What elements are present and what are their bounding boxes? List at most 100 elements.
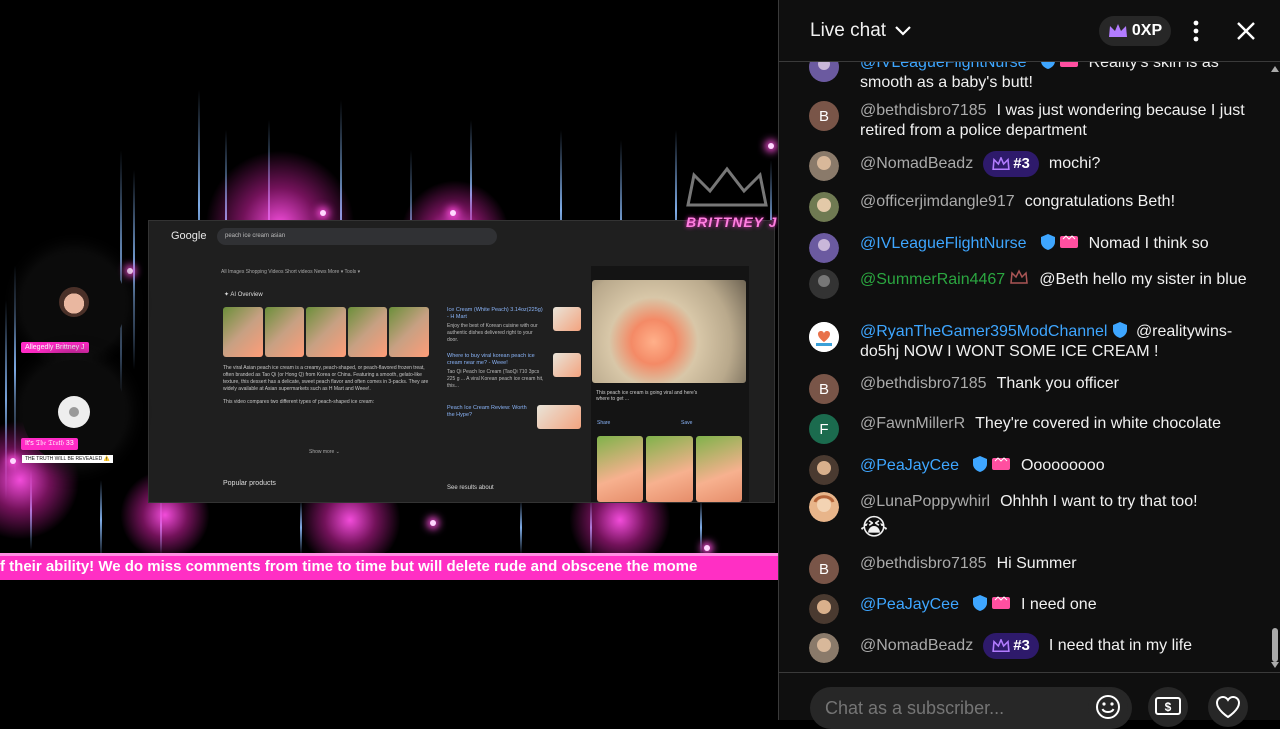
author-name[interactable]: @bethdisbro7185 (860, 555, 987, 572)
cam1-label: Allegedly Brittney J (21, 342, 89, 353)
sparkle-dot (320, 210, 326, 216)
chat-title: Live chat (810, 20, 887, 41)
member-badge-icon (1059, 62, 1078, 67)
smiley-icon (1096, 695, 1120, 719)
author-name[interactable]: @officerjimdangle917 (860, 193, 1015, 210)
light-stripe (133, 170, 135, 370)
user-avatar (809, 633, 839, 663)
member-shield-icon (1040, 62, 1055, 69)
sparkle-dot (127, 268, 133, 274)
super-chat-dollar-icon: $ (1155, 697, 1181, 715)
svg-text:$: $ (1165, 700, 1172, 714)
chat-input-bar: $ (779, 672, 1280, 729)
ai-overview-text: The viral Asian peach ice cream is a cre… (223, 365, 429, 405)
webcam-brittney (22, 252, 126, 356)
author-name[interactable]: @FawnMillerR (860, 415, 965, 432)
like-button[interactable] (1208, 687, 1248, 727)
crown-icon (1108, 24, 1127, 37)
sparkle-dot (10, 458, 16, 464)
chat-scrollbar[interactable] (1269, 62, 1280, 672)
scroll-up-arrow-icon[interactable] (1271, 66, 1279, 72)
member-shield-icon (1113, 322, 1128, 338)
host-face-avatar (59, 287, 89, 317)
emoji-button[interactable] (1088, 687, 1128, 727)
author-name[interactable]: @SummerRain4467 (860, 271, 1005, 288)
xp-button[interactable]: 0XP (1099, 16, 1171, 46)
author-name[interactable]: @IVLeagueFlightNurse (860, 62, 1027, 71)
super-chat-button[interactable]: $ (1148, 687, 1188, 727)
author-name[interactable]: @LunaPoppywhirl (860, 493, 990, 510)
cam2-label: It's 𝔗𝔥𝔢 𝔗𝔯𝔲𝔱𝔥 33 (21, 438, 78, 450)
account-icon (58, 396, 90, 428)
sparkle-dot (704, 545, 710, 551)
message-text: congratulations Beth! (1024, 193, 1176, 210)
image-strip (223, 307, 429, 357)
google-search-box: peach ice cream asian (217, 228, 497, 245)
author-name[interactable]: @RyanTheGamer395ModChannel (860, 323, 1107, 340)
author-name[interactable]: @bethdisbro7185 (860, 102, 987, 119)
chat-message: @LunaPoppywhirl Ohhhh I want to try that … (809, 492, 1249, 544)
message-text: I need that in my life (1048, 637, 1193, 655)
member-badge-icon (1059, 235, 1078, 248)
chat-message: @RyanTheGamer395ModChannel @realitywins-… (809, 322, 1249, 362)
author-name[interactable]: @IVLeagueFlightNurse (860, 235, 1027, 252)
message-text: I need one (1020, 596, 1097, 613)
chat-message-list[interactable]: @IVLeagueFlightNurse Reality's skin is as… (779, 62, 1271, 672)
stream-video[interactable]: Google peach ice cream asian All Images … (0, 0, 778, 720)
author-name[interactable]: @bethdisbro7185 (860, 375, 987, 392)
light-stripe (100, 480, 102, 560)
close-icon (1237, 22, 1255, 40)
popular-products: Popular products (223, 480, 276, 487)
google-logo: Google (171, 230, 207, 242)
moderator-badge-icon (1010, 269, 1029, 284)
live-chat-panel: Live chat 0XP @IVLeagueFlightNurse Realit… (778, 0, 1280, 729)
more-options-button[interactable] (1183, 18, 1209, 44)
brand-watermark: BRITTNEY J (686, 214, 778, 230)
message-text: Hi Summer (996, 555, 1077, 572)
message-text: They're covered in white chocolate (975, 415, 1221, 432)
chat-message: @PeaJayCee Ooooooooo (809, 455, 1249, 485)
user-avatar (809, 594, 839, 624)
user-avatar (809, 322, 839, 352)
chat-message: @officerjimdangle917 congratulations Beth… (809, 192, 1249, 222)
message-text: Ohhhh I want to try that too! (1000, 493, 1198, 510)
ai-overview-heading: ✦ AI Overview (224, 292, 263, 298)
results-column: Ice Cream (White Peach) 3.14oz(225g) - H… (447, 307, 581, 491)
user-avatar: B (809, 554, 839, 584)
chat-input[interactable] (810, 687, 1132, 729)
member-badge-icon (991, 457, 1010, 470)
sparkle-dot (768, 143, 774, 149)
user-avatar (809, 492, 839, 522)
heart-icon (1215, 695, 1241, 719)
author-name[interactable]: @PeaJayCee (860, 457, 959, 474)
chat-message: @IVLeagueFlightNurse Nomad I think so (809, 233, 1249, 263)
show-more: Show more ⌄ (309, 449, 340, 455)
live-chat-mode-dropdown[interactable]: Live chat (810, 20, 912, 42)
google-tabs: All Images Shopping Videos Short videos … (221, 269, 361, 275)
user-avatar: B (809, 374, 839, 404)
message-text: @Beth hello my sister in blue (1039, 271, 1247, 288)
close-chat-button[interactable] (1233, 18, 1259, 44)
chat-message: @NomadBeadz #3 mochi? (809, 151, 1249, 181)
leaderboard-rank-badge[interactable]: #3 (983, 151, 1039, 177)
sparkle-dot (450, 210, 456, 216)
chevron-down-icon (895, 26, 911, 36)
user-avatar: F (809, 414, 839, 444)
xp-value: 0XP (1131, 22, 1163, 39)
message-text: Thank you officer (996, 375, 1119, 392)
author-name[interactable]: @NomadBeadz (860, 155, 973, 172)
author-name[interactable]: @NomadBeadz (860, 637, 973, 654)
shared-screen: Google peach ice cream asian All Images … (148, 220, 775, 503)
chat-message: @IVLeagueFlightNurse Reality's skin is as… (809, 62, 1249, 93)
chat-message: B @bethdisbro7185 Thank you officer (809, 374, 1249, 404)
scroll-down-arrow-icon[interactable] (1271, 662, 1279, 668)
crown-icon (992, 157, 1010, 171)
scrollbar-thumb[interactable] (1272, 628, 1278, 662)
crown-logo-icon (686, 166, 768, 207)
user-avatar (809, 455, 839, 485)
author-name[interactable]: @PeaJayCee (860, 596, 959, 613)
message-text: mochi? (1048, 155, 1101, 173)
user-avatar (809, 269, 839, 299)
crown-icon (992, 639, 1010, 653)
leaderboard-rank-badge[interactable]: #3 (983, 633, 1039, 659)
